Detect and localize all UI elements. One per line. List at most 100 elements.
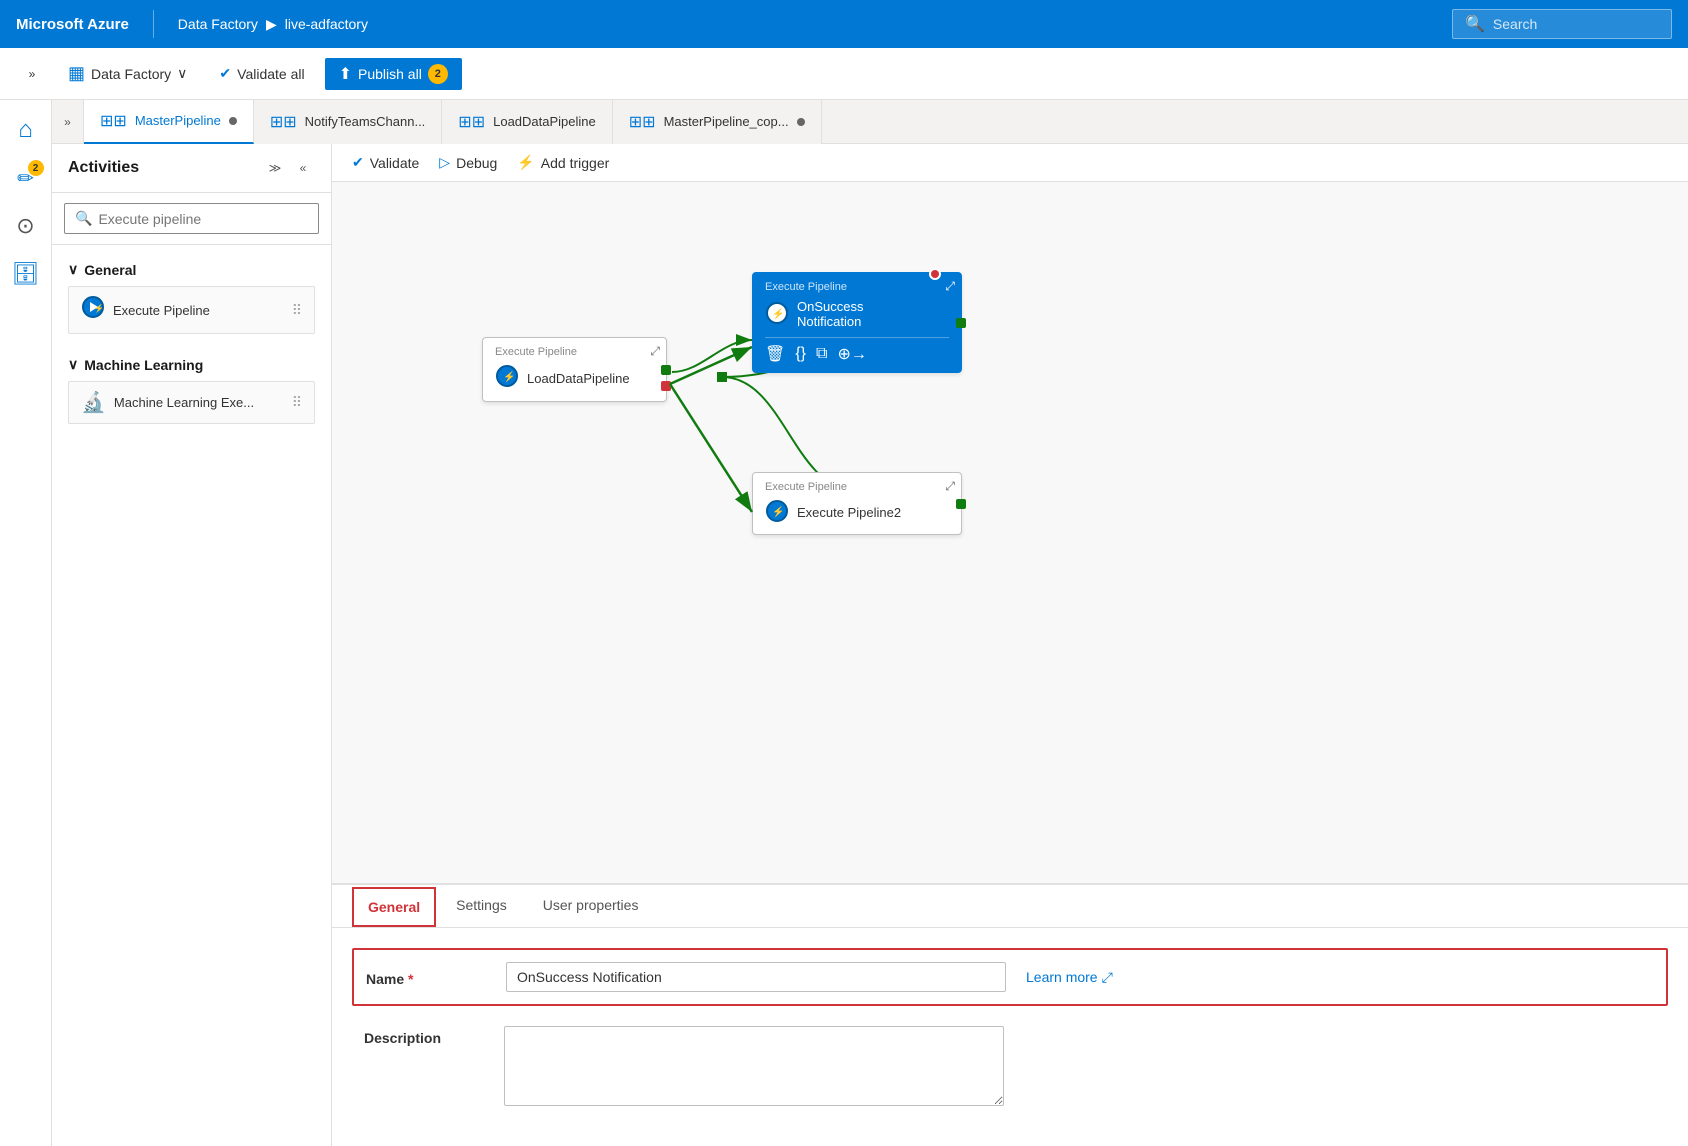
- node-load-fail-connector: [661, 381, 671, 391]
- node-load-expand-icon[interactable]: ⤢: [650, 344, 660, 359]
- node-exec2-header: Execute Pipeline: [765, 481, 949, 493]
- activities-search-wrapper: 🔍: [64, 203, 319, 234]
- validate-check-icon: ✔: [352, 154, 364, 171]
- general-chevron-icon: ∨: [68, 261, 78, 278]
- activities-collapse-btn2[interactable]: «: [291, 156, 315, 180]
- breadcrumb-resource: live-adfactory: [285, 16, 368, 32]
- node-success-delete-icon[interactable]: 🗑: [765, 344, 785, 364]
- canvas-toolbar: ✔ Validate ▷ Debug ⚡ Add trigger: [332, 144, 1688, 182]
- sidebar-author-button[interactable]: ✏ 2: [4, 156, 48, 200]
- connector-arrows-svg: [332, 182, 1688, 883]
- ml-category-label: Machine Learning: [84, 357, 203, 373]
- breadcrumb-arrow: ▶: [266, 16, 277, 33]
- prop-name-input[interactable]: [506, 962, 1006, 992]
- prop-tab-user-properties[interactable]: User properties: [527, 885, 655, 927]
- tab-load-pipeline[interactable]: ⊞⊞ LoadDataPipeline: [442, 100, 612, 144]
- pipeline-canvas[interactable]: Execute Pipeline ⚡ LoadDataPipeline: [332, 182, 1688, 883]
- brand-label: Microsoft Azure: [16, 16, 129, 33]
- sidebar-manage-button[interactable]: 🗄: [4, 252, 48, 296]
- node-exec2-expand-icon[interactable]: ⤢: [945, 479, 955, 494]
- prop-name-field: Name * Learn more ⤢: [352, 948, 1668, 1006]
- tab-master-copy-pipeline[interactable]: ⊞⊞ MasterPipeline_cop...: [613, 100, 822, 144]
- tabs-row: » ⊞⊞ MasterPipeline ⊞⊞ NotifyTeamsChann.…: [52, 100, 1688, 144]
- breadcrumb-service: Data Factory: [178, 16, 258, 32]
- node-load-data-pipeline[interactable]: Execute Pipeline ⚡ LoadDataPipeline: [482, 337, 667, 402]
- expand-icon: »: [29, 67, 36, 81]
- search-input[interactable]: [1493, 16, 1659, 32]
- toolbar-expand-button[interactable]: »: [16, 58, 48, 90]
- tab-notify-pipeline[interactable]: ⊞⊞ NotifyTeamsChann...: [254, 100, 442, 144]
- tab-master-pipeline[interactable]: ⊞⊞ MasterPipeline: [84, 100, 254, 144]
- publish-icon: ⬆: [339, 64, 352, 84]
- brand-divider: [153, 10, 154, 38]
- node-execute-pipeline2[interactable]: Execute Pipeline ⚡ Execute Pipeline2 ⤢: [752, 472, 962, 535]
- tab-master-icon: ⊞⊞: [100, 111, 127, 131]
- home-icon: ⌂: [18, 116, 33, 144]
- node-success-copy-icon[interactable]: ⧉: [816, 345, 827, 363]
- general-category-label: General: [84, 262, 136, 278]
- validate-all-button[interactable]: ✔ Validate all: [207, 59, 316, 88]
- pipeline-container: Activities ≫ « 🔍: [52, 144, 1688, 1146]
- publish-label: Publish all: [358, 66, 422, 82]
- activity-ml-execute[interactable]: 🔬 Machine Learning Exe... ⠿: [68, 381, 315, 424]
- node-success-json-icon[interactable]: {}: [795, 345, 806, 363]
- factory-selector[interactable]: ▦ Data Factory ∨: [56, 57, 199, 90]
- validate-label: Validate all: [237, 66, 304, 82]
- ml-category-header[interactable]: ∨ Machine Learning: [68, 356, 315, 373]
- prop-description-textarea[interactable]: [504, 1026, 1004, 1106]
- top-bar: Microsoft Azure Data Factory ▶ live-adfa…: [0, 0, 1688, 48]
- svg-text:⚡: ⚡: [94, 303, 104, 313]
- node-success-label: OnSuccessNotification: [797, 299, 863, 329]
- activity-execute-pipeline-left: ⚡ Execute Pipeline: [81, 295, 210, 325]
- factory-icon: ▦: [68, 63, 85, 84]
- properties-tabs: General Settings User properties: [332, 885, 1688, 928]
- node-load-label: LoadDataPipeline: [527, 371, 630, 386]
- debug-button[interactable]: ▷ Debug: [439, 154, 497, 171]
- node-success-connect-icon[interactable]: ⊕→: [837, 344, 866, 364]
- monitor-icon: ⊙: [16, 213, 34, 239]
- activity-execute-pipeline[interactable]: ⚡ Execute Pipeline ⠿: [68, 286, 315, 334]
- activities-collapse-btn[interactable]: ≫: [263, 156, 287, 180]
- validate-button[interactable]: ✔ Validate: [352, 154, 419, 171]
- execute-pipeline-drag-handle[interactable]: ⠿: [292, 302, 302, 319]
- prop-tab-general-label: General: [368, 899, 420, 915]
- ml-execute-drag-handle[interactable]: ⠿: [292, 394, 302, 411]
- node-exec2-body: ⚡ Execute Pipeline2: [765, 499, 949, 526]
- node-success-actions: 🗑 {} ⧉ ⊕→: [765, 337, 949, 364]
- tab-master-label: MasterPipeline: [135, 113, 221, 128]
- sidebar-home-button[interactable]: ⌂: [4, 108, 48, 152]
- connector-svg: [332, 182, 1688, 883]
- node-load-body: ⚡ LoadDataPipeline: [495, 364, 654, 393]
- add-trigger-label: Add trigger: [541, 155, 609, 171]
- sidebar-monitor-button[interactable]: ⊙: [4, 204, 48, 248]
- breadcrumb: Data Factory ▶ live-adfactory: [178, 16, 368, 33]
- icon-sidebar: ⌂ ✏ 2 ⊙ 🗄: [0, 100, 52, 1146]
- general-category-header[interactable]: ∨ General: [68, 261, 315, 278]
- tab-master-copy-label: MasterPipeline_cop...: [664, 114, 789, 129]
- validate-label: Validate: [370, 155, 420, 171]
- prop-tab-general[interactable]: General: [352, 887, 436, 927]
- prop-tab-settings[interactable]: Settings: [440, 885, 523, 927]
- ml-execute-icon: 🔬: [81, 390, 106, 415]
- tab-load-label: LoadDataPipeline: [493, 114, 596, 129]
- svg-text:⚡: ⚡: [772, 307, 784, 320]
- prop-tab-settings-label: Settings: [456, 897, 507, 913]
- svg-text:⚡: ⚡: [772, 505, 784, 518]
- publish-all-button[interactable]: ⬆ Publish all 2: [325, 58, 462, 90]
- collapse-icon2: «: [300, 161, 307, 175]
- node-success-expand-icon[interactable]: ⤢: [945, 279, 955, 294]
- search-bar[interactable]: 🔍: [1452, 9, 1672, 39]
- activity-category-general: ∨ General ⚡: [52, 253, 331, 348]
- tab-notify-icon: ⊞⊞: [270, 112, 297, 132]
- ml-chevron-icon: ∨: [68, 356, 78, 373]
- ml-execute-label: Machine Learning Exe...: [114, 395, 254, 410]
- activities-search-input[interactable]: [98, 211, 308, 227]
- node-on-success[interactable]: Execute Pipeline ⚡ OnSuccessNotification: [752, 272, 962, 373]
- add-trigger-button[interactable]: ⚡ Add trigger: [517, 154, 609, 171]
- node-exec2-right-connector: [956, 499, 966, 509]
- activities-search-area: 🔍: [52, 193, 331, 245]
- search-icon: 🔍: [1465, 14, 1485, 34]
- node-success-icon: ⚡: [765, 301, 789, 328]
- learn-more-link[interactable]: Learn more ⤢: [1026, 969, 1113, 986]
- tab-expand-button[interactable]: »: [52, 100, 84, 144]
